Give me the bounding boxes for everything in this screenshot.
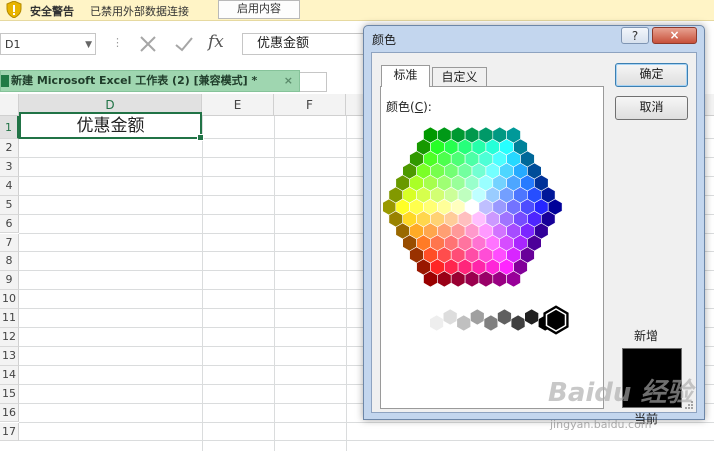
tab-standard[interactable]: 标准 — [381, 65, 430, 87]
cancel-button[interactable]: 取消 — [615, 96, 688, 120]
new-tab-button[interactable] — [300, 72, 327, 92]
chevron-down-icon[interactable]: ▼ — [85, 34, 92, 56]
grid-line — [274, 116, 275, 451]
dialog-body: 标准 自定义 颜色(C): 确定 取消 新增 当前 — [371, 52, 697, 426]
row-header-11[interactable]: 11 — [0, 309, 19, 328]
security-warning-bar: 安全警告 已禁用外部数据连接 启用内容 — [0, 0, 714, 21]
grid-line — [202, 116, 203, 451]
close-button[interactable]: × — [652, 27, 697, 44]
watermark-logo: Baidu 经验 — [548, 378, 693, 408]
cell-d1-value: 优惠金额 — [76, 116, 145, 136]
row-header-4[interactable]: 4 — [0, 176, 19, 196]
cancel-entry-icon[interactable] — [138, 34, 158, 54]
gray-swatch[interactable] — [415, 308, 431, 326]
column-header-e[interactable]: E — [202, 94, 274, 116]
column-header-f[interactable]: F — [274, 94, 346, 116]
row-header-12[interactable]: 12 — [0, 328, 19, 347]
workbook-tab[interactable]: 新建 Microsoft Excel 工作表 (2) [兼容模式] * × — [0, 70, 300, 92]
name-box-value: D1 — [5, 38, 21, 51]
select-all-corner[interactable] — [0, 94, 19, 116]
baidu-watermark: Baidu 经验 jingyan.baidu.com — [548, 372, 708, 442]
excel-doc-icon — [1, 75, 9, 87]
close-tab-icon[interactable]: × — [284, 71, 293, 91]
cell-d1[interactable]: 优惠金额 — [19, 112, 204, 141]
workbook-tab-title: 新建 Microsoft Excel 工作表 (2) [兼容模式] * — [11, 74, 258, 87]
gray-swatch[interactable] — [483, 314, 499, 332]
new-color-label: 新增 — [634, 329, 659, 343]
row-header-6[interactable]: 6 — [0, 214, 19, 234]
help-button[interactable]: ? — [621, 27, 649, 44]
color-honeycomb[interactable] — [383, 117, 583, 347]
gray-swatch[interactable] — [470, 308, 485, 326]
row-header-1[interactable]: 1 — [0, 116, 19, 139]
gray-swatch[interactable] — [510, 314, 526, 332]
enable-content-button[interactable]: 启用内容 — [218, 0, 300, 19]
row-header-15[interactable]: 15 — [0, 384, 19, 404]
row-header-14[interactable]: 14 — [0, 365, 19, 385]
row-header-3[interactable]: 3 — [0, 157, 19, 177]
row-header-16[interactable]: 16 — [0, 403, 19, 423]
grid-line — [346, 116, 347, 451]
row-header-13[interactable]: 13 — [0, 346, 19, 366]
gray-swatch[interactable] — [429, 314, 444, 332]
row-header-9[interactable]: 9 — [0, 271, 19, 291]
row-header-10[interactable]: 10 — [0, 290, 19, 310]
colors-label-key: C — [414, 100, 424, 114]
gray-swatch[interactable] — [497, 308, 512, 326]
color-dialog: 颜色 ? × 标准 自定义 颜色(C): 确定 取消 新增 当前 — [363, 25, 705, 426]
colors-label: 颜色(C): — [386, 98, 432, 115]
gray-swatch[interactable] — [442, 308, 458, 326]
row-header-2[interactable]: 2 — [0, 139, 19, 158]
fill-handle[interactable] — [197, 134, 204, 141]
colors-label-prefix: 颜色( — [386, 100, 415, 114]
row-header-5[interactable]: 5 — [0, 195, 19, 215]
watermark-url: jingyan.baidu.com — [550, 418, 652, 431]
name-box[interactable]: D1 ▼ — [0, 33, 96, 55]
formula-input[interactable]: 优惠金额 — [242, 33, 382, 55]
insert-function-icon[interactable]: fx — [208, 32, 224, 52]
drag-dots-icon[interactable]: ⋮ — [112, 36, 123, 49]
row-header-8[interactable]: 8 — [0, 252, 19, 272]
gray-swatch[interactable] — [456, 314, 471, 332]
security-message: 已禁用外部数据连接 — [90, 5, 189, 18]
standard-colors-panel: 颜色(C): — [380, 86, 604, 409]
gray-swatch[interactable] — [524, 308, 539, 326]
warning-shield-icon — [6, 1, 22, 18]
row-header-17[interactable]: 17 — [0, 422, 19, 442]
security-title: 安全警告 — [30, 5, 74, 18]
ok-button[interactable]: 确定 — [615, 63, 688, 87]
row-header-7[interactable]: 7 — [0, 233, 19, 253]
enter-check-icon[interactable] — [174, 34, 194, 54]
dialog-title: 颜色 — [372, 33, 397, 47]
colors-label-suffix: ): — [423, 100, 432, 114]
tab-custom[interactable]: 自定义 — [432, 67, 487, 87]
